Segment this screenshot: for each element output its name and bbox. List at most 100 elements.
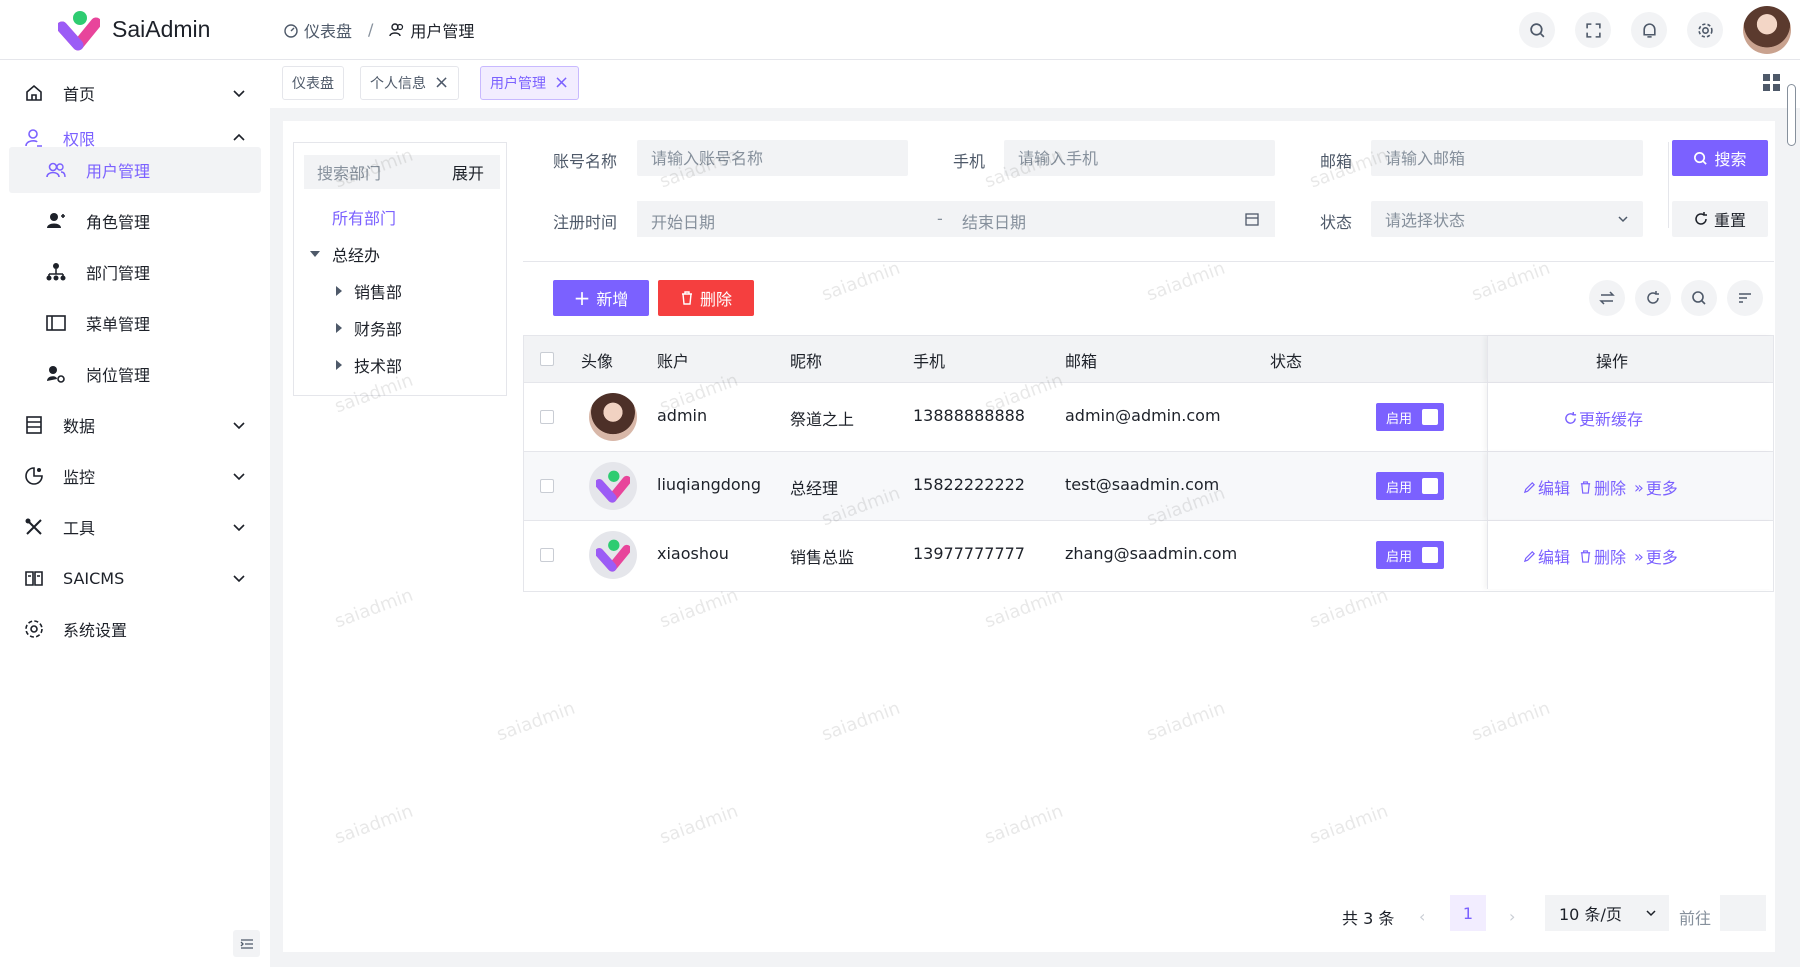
grid-menu-icon[interactable] bbox=[1763, 74, 1780, 91]
tree-node-label: 所有部门 bbox=[332, 209, 397, 228]
caret-right-icon[interactable] bbox=[336, 323, 342, 333]
dept-search-box[interactable]: 搜索部门 展开 bbox=[304, 155, 500, 189]
status-switch[interactable]: 启用 bbox=[1376, 472, 1444, 500]
logo-icon bbox=[58, 10, 100, 50]
caret-right-icon[interactable] bbox=[336, 360, 342, 370]
tab-user-management[interactable]: 用户管理 × bbox=[480, 66, 580, 100]
more-link[interactable]: » 更多 bbox=[1634, 475, 1678, 499]
phone-input[interactable] bbox=[1004, 140, 1275, 176]
row-checkbox[interactable] bbox=[540, 410, 554, 424]
account-label: 账号名称 bbox=[553, 152, 618, 171]
sidebar-item-monitor[interactable]: 监控 bbox=[9, 453, 261, 499]
close-icon[interactable]: × bbox=[434, 74, 449, 92]
table-row: admin 祭道之上 13888888888 admin@admin.com 启… bbox=[524, 382, 1773, 451]
status-switch[interactable]: 启用 bbox=[1376, 541, 1444, 569]
collapse-sidebar-button[interactable] bbox=[233, 930, 260, 957]
close-icon[interactable]: × bbox=[554, 74, 569, 92]
pagination-total: 共 3 条 bbox=[1342, 909, 1395, 928]
sidebar-item-user-management[interactable]: 用户管理 bbox=[9, 147, 261, 193]
goto-page-input[interactable] bbox=[1720, 895, 1766, 931]
breadcrumb-dashboard[interactable]: 仪表盘 bbox=[283, 18, 352, 42]
column-header: 账户 bbox=[657, 352, 690, 371]
search-button[interactable] bbox=[1519, 12, 1555, 48]
fullscreen-button[interactable] bbox=[1575, 12, 1611, 48]
link-label: 编辑 bbox=[1538, 548, 1571, 567]
status-switch[interactable]: 启用 bbox=[1376, 403, 1444, 431]
row-checkbox[interactable] bbox=[540, 479, 554, 493]
sidebar-item-home[interactable]: 首页 bbox=[9, 70, 261, 116]
tree-node-finance[interactable]: 财务部 bbox=[336, 316, 402, 340]
edit-link[interactable]: 编辑 bbox=[1523, 475, 1570, 499]
switch-label: 启用 bbox=[1386, 480, 1413, 496]
tree-node-sales[interactable]: 销售部 bbox=[336, 279, 402, 303]
email-input[interactable] bbox=[1371, 140, 1643, 176]
chevron-right-icon[interactable]: › bbox=[1509, 907, 1515, 926]
column-switch-button[interactable] bbox=[1589, 280, 1625, 316]
toggle-search-button[interactable] bbox=[1681, 280, 1717, 316]
caret-down-icon[interactable] bbox=[310, 251, 320, 257]
page-scrollbar[interactable] bbox=[1787, 84, 1796, 146]
account-input[interactable] bbox=[637, 140, 908, 176]
chevron-left-icon[interactable]: ‹ bbox=[1419, 907, 1425, 926]
cell-phone: 13977777777 bbox=[913, 544, 1025, 563]
sidebar-item-saicms[interactable]: SAICMS bbox=[9, 555, 261, 601]
user-avatar[interactable] bbox=[1743, 6, 1791, 54]
date-end-input[interactable]: 结束日期 bbox=[962, 209, 1026, 233]
link-label: 编辑 bbox=[1538, 479, 1571, 498]
select-all-checkbox[interactable] bbox=[540, 352, 554, 366]
sidebar-item-post-management[interactable]: 岗位管理 bbox=[9, 351, 261, 397]
filter-divider-horizontal bbox=[523, 261, 1774, 262]
page-number[interactable]: 1 bbox=[1450, 895, 1486, 931]
reset-button[interactable]: 重置 bbox=[1672, 201, 1768, 237]
column-header: 昵称 bbox=[790, 352, 823, 371]
tree-node-root[interactable]: 总经办 bbox=[310, 242, 380, 266]
delete-link[interactable]: 删除 bbox=[1579, 544, 1626, 568]
column-header: 手机 bbox=[913, 352, 946, 371]
expand-button[interactable]: 展开 bbox=[452, 160, 484, 184]
page-size-select[interactable]: 10 条/页 bbox=[1545, 895, 1669, 931]
edit-link[interactable]: 编辑 bbox=[1523, 544, 1570, 568]
button-label: 搜索 bbox=[1714, 150, 1747, 169]
date-start-input[interactable]: 开始日期 bbox=[651, 209, 715, 233]
sidebar-item-dept-management[interactable]: 部门管理 bbox=[9, 249, 261, 295]
tree-node-label: 销售部 bbox=[354, 283, 403, 302]
double-chevron-right-icon: » bbox=[1634, 477, 1644, 497]
tree-node-all[interactable]: 所有部门 bbox=[332, 205, 396, 229]
more-link[interactable]: » 更多 bbox=[1634, 544, 1678, 568]
sort-button[interactable] bbox=[1727, 280, 1763, 316]
cell-email: zhang@saadmin.com bbox=[1065, 544, 1238, 563]
delete-link[interactable]: 删除 bbox=[1579, 475, 1626, 499]
dept-search-input[interactable]: 搜索部门 bbox=[317, 160, 381, 184]
refresh-button[interactable] bbox=[1635, 280, 1671, 316]
sidebar-item-system-settings[interactable]: 系统设置 bbox=[9, 606, 261, 652]
sidebar-item-menu-management[interactable]: 菜单管理 bbox=[9, 300, 261, 346]
notification-button[interactable] bbox=[1631, 12, 1667, 48]
date-range-picker[interactable]: 开始日期 - 结束日期 bbox=[637, 201, 1275, 237]
app-logo[interactable]: SaiAdmin bbox=[0, 9, 283, 51]
switch-handle bbox=[1422, 547, 1438, 563]
delete-button[interactable]: 删除 bbox=[658, 280, 754, 316]
row-checkbox[interactable] bbox=[540, 548, 554, 562]
settings-button[interactable] bbox=[1687, 12, 1723, 48]
search-button[interactable]: 搜索 bbox=[1672, 140, 1768, 176]
add-button[interactable]: + 新增 bbox=[553, 280, 649, 316]
tab-label: 仪表盘 bbox=[292, 76, 334, 92]
sidebar-item-role-management[interactable]: 角色管理 bbox=[9, 198, 261, 244]
watermark: saiadmin bbox=[818, 257, 903, 306]
tab-dashboard[interactable]: 仪表盘 bbox=[282, 66, 344, 100]
tree-node-tech[interactable]: 技术部 bbox=[336, 353, 402, 377]
caret-right-icon[interactable] bbox=[336, 286, 342, 296]
chevron-down-icon bbox=[233, 90, 245, 98]
link-label: 更多 bbox=[1645, 479, 1678, 498]
main-content: 搜索部门 展开 所有部门 总经办 销售部 财务部 技术部 账号名称 手机 邮箱 … bbox=[283, 121, 1775, 952]
cell-email: admin@admin.com bbox=[1065, 406, 1221, 425]
sidebar-item-tools[interactable]: 工具 bbox=[9, 504, 261, 550]
watermark: saiadmin bbox=[331, 800, 416, 849]
sidebar-item-label: 角色管理 bbox=[86, 213, 151, 232]
sidebar-item-data[interactable]: 数据 bbox=[9, 402, 261, 448]
tab-profile[interactable]: 个人信息 × bbox=[360, 66, 460, 100]
edit-icon bbox=[1523, 481, 1535, 493]
status-select[interactable]: 请选择状态 bbox=[1371, 201, 1643, 237]
filter-divider bbox=[1668, 142, 1669, 228]
update-cache-link[interactable]: 更新缓存 bbox=[1564, 406, 1643, 430]
